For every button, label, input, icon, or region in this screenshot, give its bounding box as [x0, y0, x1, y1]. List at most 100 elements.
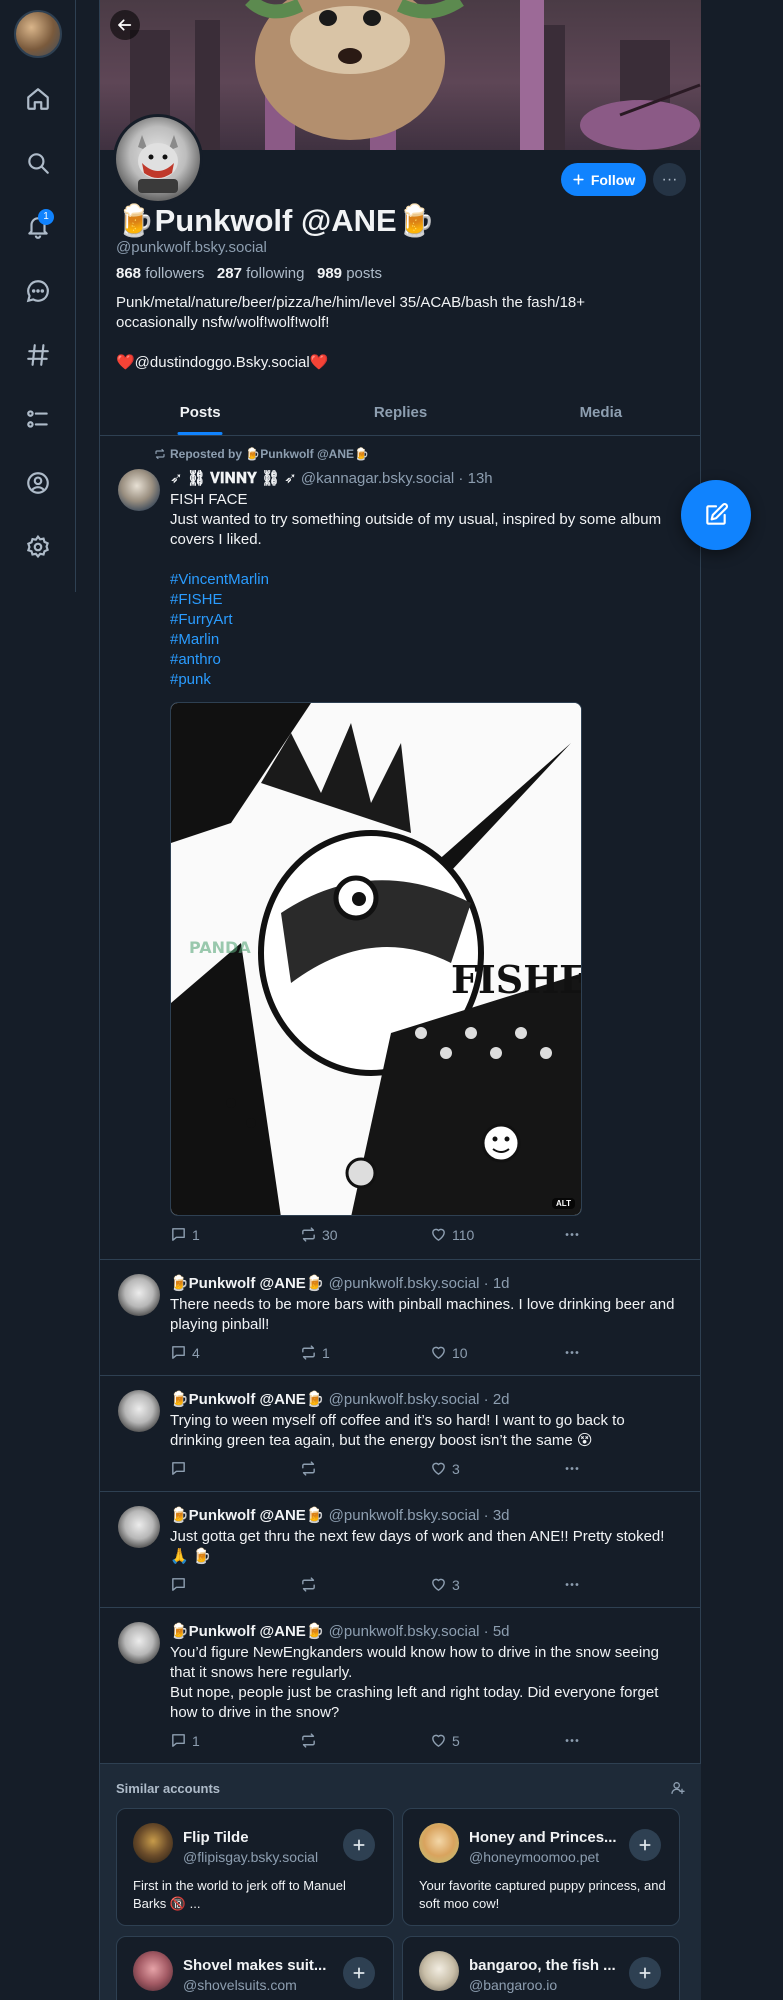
account-name: Shovel makes suit... — [183, 1957, 327, 1974]
ellipsis-icon — [565, 1467, 579, 1470]
similar-account-card[interactable]: Flip Tilde @flipisgay.bsky.social First … — [116, 1808, 394, 1926]
followers-link[interactable]: 868 followers — [116, 265, 204, 282]
post-actions: 1 30 110 — [170, 1226, 590, 1246]
like-button[interactable]: 10 — [430, 1344, 468, 1361]
post-text: There needs to be more bars with pinball… — [170, 1296, 675, 1333]
plus-icon — [573, 174, 584, 185]
feed-post[interactable]: 🍺Punkwolf @ANE🍺 @punkwolf.bsky.social · … — [100, 1492, 701, 1608]
person-add-icon[interactable] — [670, 1780, 686, 1796]
profile-icon[interactable] — [22, 467, 54, 499]
post-author-name[interactable]: 🍺Punkwolf @ANE🍺 — [170, 1391, 324, 1408]
repost-button[interactable] — [300, 1576, 322, 1593]
following-link[interactable]: 287 following — [217, 265, 305, 282]
hashtag-link[interactable]: #Marlin — [170, 630, 680, 650]
post-handle-time[interactable]: @punkwolf.bsky.social · 5d — [329, 1623, 510, 1640]
post-more-button[interactable] — [562, 1576, 582, 1593]
post-handle-time[interactable]: @punkwolf.bsky.social · 1d — [329, 1275, 510, 1292]
post-image[interactable]: FISHE PANDA ALT — [170, 702, 582, 1216]
post-more-button[interactable] — [562, 1226, 582, 1243]
tab-posts[interactable]: Posts — [100, 392, 300, 435]
feed-post[interactable]: 🍺Punkwolf @ANE🍺 @punkwolf.bsky.social · … — [100, 1260, 701, 1376]
similar-account-card[interactable]: Shovel makes suit... @shovelsuits.com — [116, 1936, 394, 2000]
reply-button[interactable] — [170, 1460, 192, 1477]
like-button[interactable]: 3 — [430, 1576, 460, 1593]
reply-button[interactable] — [170, 1576, 192, 1593]
hashtag-link[interactable]: #VincentMarlin — [170, 570, 680, 590]
bio-mention-line[interactable]: ❤️@dustindoggo.Bsky.social❤️ — [116, 353, 656, 373]
bio-line: occasionally nsfw/wolf!wolf!wolf! — [116, 314, 330, 331]
post-author-avatar[interactable] — [118, 1622, 160, 1664]
posts-count: 989 — [317, 265, 343, 282]
reply-button[interactable]: 4 — [170, 1344, 200, 1361]
plus-icon — [639, 1967, 651, 1979]
notifications-icon[interactable]: 1 — [22, 209, 54, 243]
heart-icon — [432, 1228, 445, 1241]
account-avatar — [419, 1951, 459, 1991]
left-sidebar: 1 — [0, 0, 76, 592]
user-avatar[interactable] — [14, 10, 62, 58]
profile-handle: @punkwolf.bsky.social — [116, 239, 267, 256]
search-icon[interactable] — [22, 147, 54, 179]
repost-button[interactable]: 30 — [300, 1226, 338, 1243]
repost-icon — [302, 1461, 315, 1476]
alt-text-badge[interactable]: ALT — [552, 1198, 575, 1209]
like-button[interactable]: 110 — [430, 1226, 474, 1243]
home-icon[interactable] — [22, 83, 54, 115]
follow-account-button[interactable] — [629, 1957, 661, 1989]
posts-stat: 989 posts — [317, 265, 382, 282]
post-author-name[interactable]: 🍺Punkwolf @ANE🍺 — [170, 1275, 324, 1292]
repost-label: Reposted by 🍺Punkwolf @ANE🍺 — [170, 447, 369, 461]
hashtag-feeds-icon[interactable] — [22, 339, 54, 371]
like-count: 10 — [452, 1344, 468, 1361]
post-handle-time[interactable]: @punkwolf.bsky.social · 3d — [329, 1507, 510, 1524]
reply-button[interactable]: 1 — [170, 1226, 200, 1243]
chat-icon[interactable] — [22, 275, 54, 307]
feed-post[interactable]: 🍺Punkwolf @ANE🍺 @punkwolf.bsky.social · … — [100, 1376, 701, 1492]
post-handle-time[interactable]: @punkwolf.bsky.social · 2d — [329, 1391, 510, 1408]
tab-label: Replies — [373, 404, 428, 421]
feed-post[interactable]: Reposted by 🍺Punkwolf @ANE🍺 ➶ ⛓ 𝐕𝐈𝐍𝐍𝐘 ⛓ … — [100, 437, 701, 1260]
profile-more-button[interactable]: ··· — [653, 163, 686, 196]
hashtag-link[interactable]: #FurryArt — [170, 610, 680, 630]
image-fishe-text: FISHE — [451, 957, 582, 1002]
follow-account-button[interactable] — [343, 1957, 375, 1989]
post-more-button[interactable] — [562, 1460, 582, 1477]
like-button[interactable]: 3 — [430, 1460, 460, 1477]
back-button[interactable] — [110, 10, 140, 40]
post-author-avatar[interactable] — [118, 1506, 160, 1548]
post-handle-time[interactable]: @kannagar.bsky.social · 13h — [301, 470, 493, 487]
similar-account-card[interactable]: bangaroo, the fish ... @bangaroo.io — [402, 1936, 680, 2000]
like-count: 5 — [452, 1732, 460, 1749]
compose-post-button[interactable] — [681, 480, 751, 550]
reply-icon — [172, 1346, 185, 1359]
post-more-button[interactable] — [562, 1344, 582, 1361]
post-author-name[interactable]: ➶ ⛓ 𝐕𝐈𝐍𝐍𝐘 ⛓ ➶ — [170, 470, 297, 487]
post-author-name[interactable]: 🍺Punkwolf @ANE🍺 — [170, 1623, 324, 1640]
feed-post[interactable]: 🍺Punkwolf @ANE🍺 @punkwolf.bsky.social · … — [100, 1608, 701, 1764]
repost-button[interactable] — [300, 1732, 322, 1749]
follow-account-button[interactable] — [629, 1829, 661, 1861]
post-author-name[interactable]: 🍺Punkwolf @ANE🍺 — [170, 1507, 324, 1524]
similar-account-card[interactable]: Honey and Princes... @honeymoomoo.pet Yo… — [402, 1808, 680, 1926]
reply-button[interactable]: 1 — [170, 1732, 200, 1749]
post-header: 🍺Punkwolf @ANE🍺 @punkwolf.bsky.social · … — [170, 1274, 510, 1292]
tab-label: Media — [579, 404, 623, 421]
hashtag-link[interactable]: #punk — [170, 670, 680, 690]
follow-account-button[interactable] — [343, 1829, 375, 1861]
profile-avatar[interactable] — [113, 114, 203, 204]
post-author-avatar[interactable] — [118, 1274, 160, 1316]
hashtag-link[interactable]: #FISHE — [170, 590, 680, 610]
post-author-avatar[interactable] — [118, 1390, 160, 1432]
tab-replies[interactable]: Replies — [300, 392, 500, 435]
post-more-button[interactable] — [562, 1732, 582, 1749]
repost-button[interactable]: 1 — [300, 1344, 330, 1361]
repost-button[interactable] — [300, 1460, 322, 1477]
like-button[interactable]: 5 — [430, 1732, 460, 1749]
lists-icon[interactable] — [22, 403, 54, 435]
tab-media[interactable]: Media — [501, 392, 701, 435]
follow-button[interactable]: Follow — [561, 163, 646, 196]
settings-icon[interactable] — [22, 531, 54, 563]
post-author-avatar[interactable] — [118, 469, 160, 511]
account-description: First in the world to jerk off to Manuel… — [133, 1878, 346, 1911]
hashtag-link[interactable]: #anthro — [170, 650, 680, 670]
